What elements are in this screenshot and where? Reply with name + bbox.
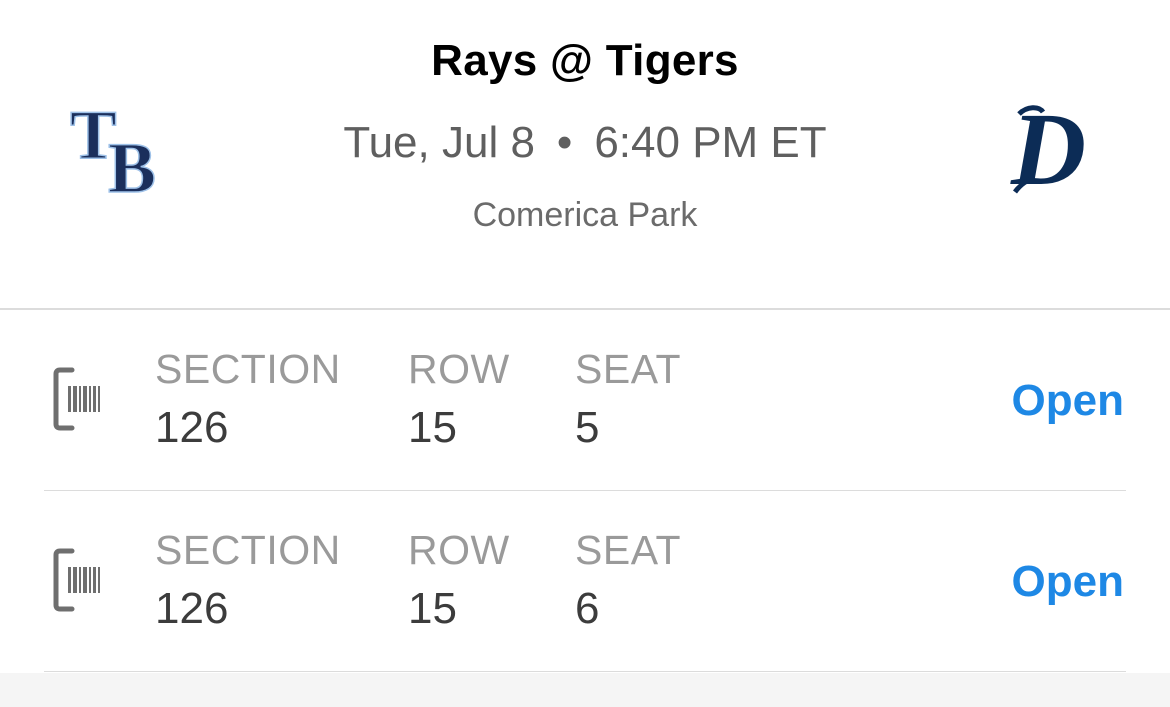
section-value: 126 [155, 403, 229, 452]
seat-value: 6 [575, 584, 600, 633]
footer-band [0, 673, 1170, 707]
separator-dot: • [556, 118, 573, 167]
seat-column: SEAT 5 [575, 346, 681, 453]
row-column: ROW 15 [408, 346, 510, 453]
row-divider [44, 671, 1126, 672]
section-label: SECTION [155, 527, 341, 573]
seat-label: SEAT [575, 527, 682, 573]
row-column: ROW 15 [408, 527, 510, 634]
event-date: Tue, Jul 8 [343, 118, 535, 167]
row-value: 15 [408, 403, 457, 452]
section-value: 126 [155, 584, 229, 633]
section-label: SECTION [155, 346, 341, 392]
event-datetime: Tue, Jul 8 • 6:40 PM ET [0, 118, 1170, 168]
ticket-screen: T B Rays @ Tigers Tue, Jul 8 • 6:40 PM ET … [0, 0, 1170, 707]
ticket-row[interactable]: SECTION 126 ROW 15 SEAT 5 Open [0, 310, 1170, 491]
seat-column: SEAT 6 [575, 527, 681, 634]
event-title: Rays @ Tigers [431, 36, 739, 85]
ticket-list: SECTION 126 ROW 15 SEAT 5 Open SECTION 1… [0, 310, 1170, 672]
open-ticket-button[interactable]: Open [1012, 557, 1124, 607]
section-column: SECTION 126 [155, 527, 341, 634]
row-label: ROW [408, 527, 510, 573]
open-ticket-button[interactable]: Open [1012, 376, 1124, 426]
seat-label: SEAT [575, 346, 682, 392]
barcode-ticket-icon [52, 547, 104, 613]
section-column: SECTION 126 [155, 346, 341, 453]
seat-value: 5 [575, 403, 600, 452]
row-value: 15 [408, 584, 457, 633]
ticket-row[interactable]: SECTION 126 ROW 15 SEAT 6 Open [0, 491, 1170, 672]
tigers-d-logo-icon: D [1005, 92, 1095, 207]
event-venue: Comerica Park [472, 196, 698, 234]
event-header: T B Rays @ Tigers Tue, Jul 8 • 6:40 PM ET … [0, 0, 1170, 310]
barcode-ticket-icon [52, 366, 104, 432]
row-label: ROW [408, 346, 510, 392]
event-time: 6:40 PM ET [594, 118, 827, 167]
